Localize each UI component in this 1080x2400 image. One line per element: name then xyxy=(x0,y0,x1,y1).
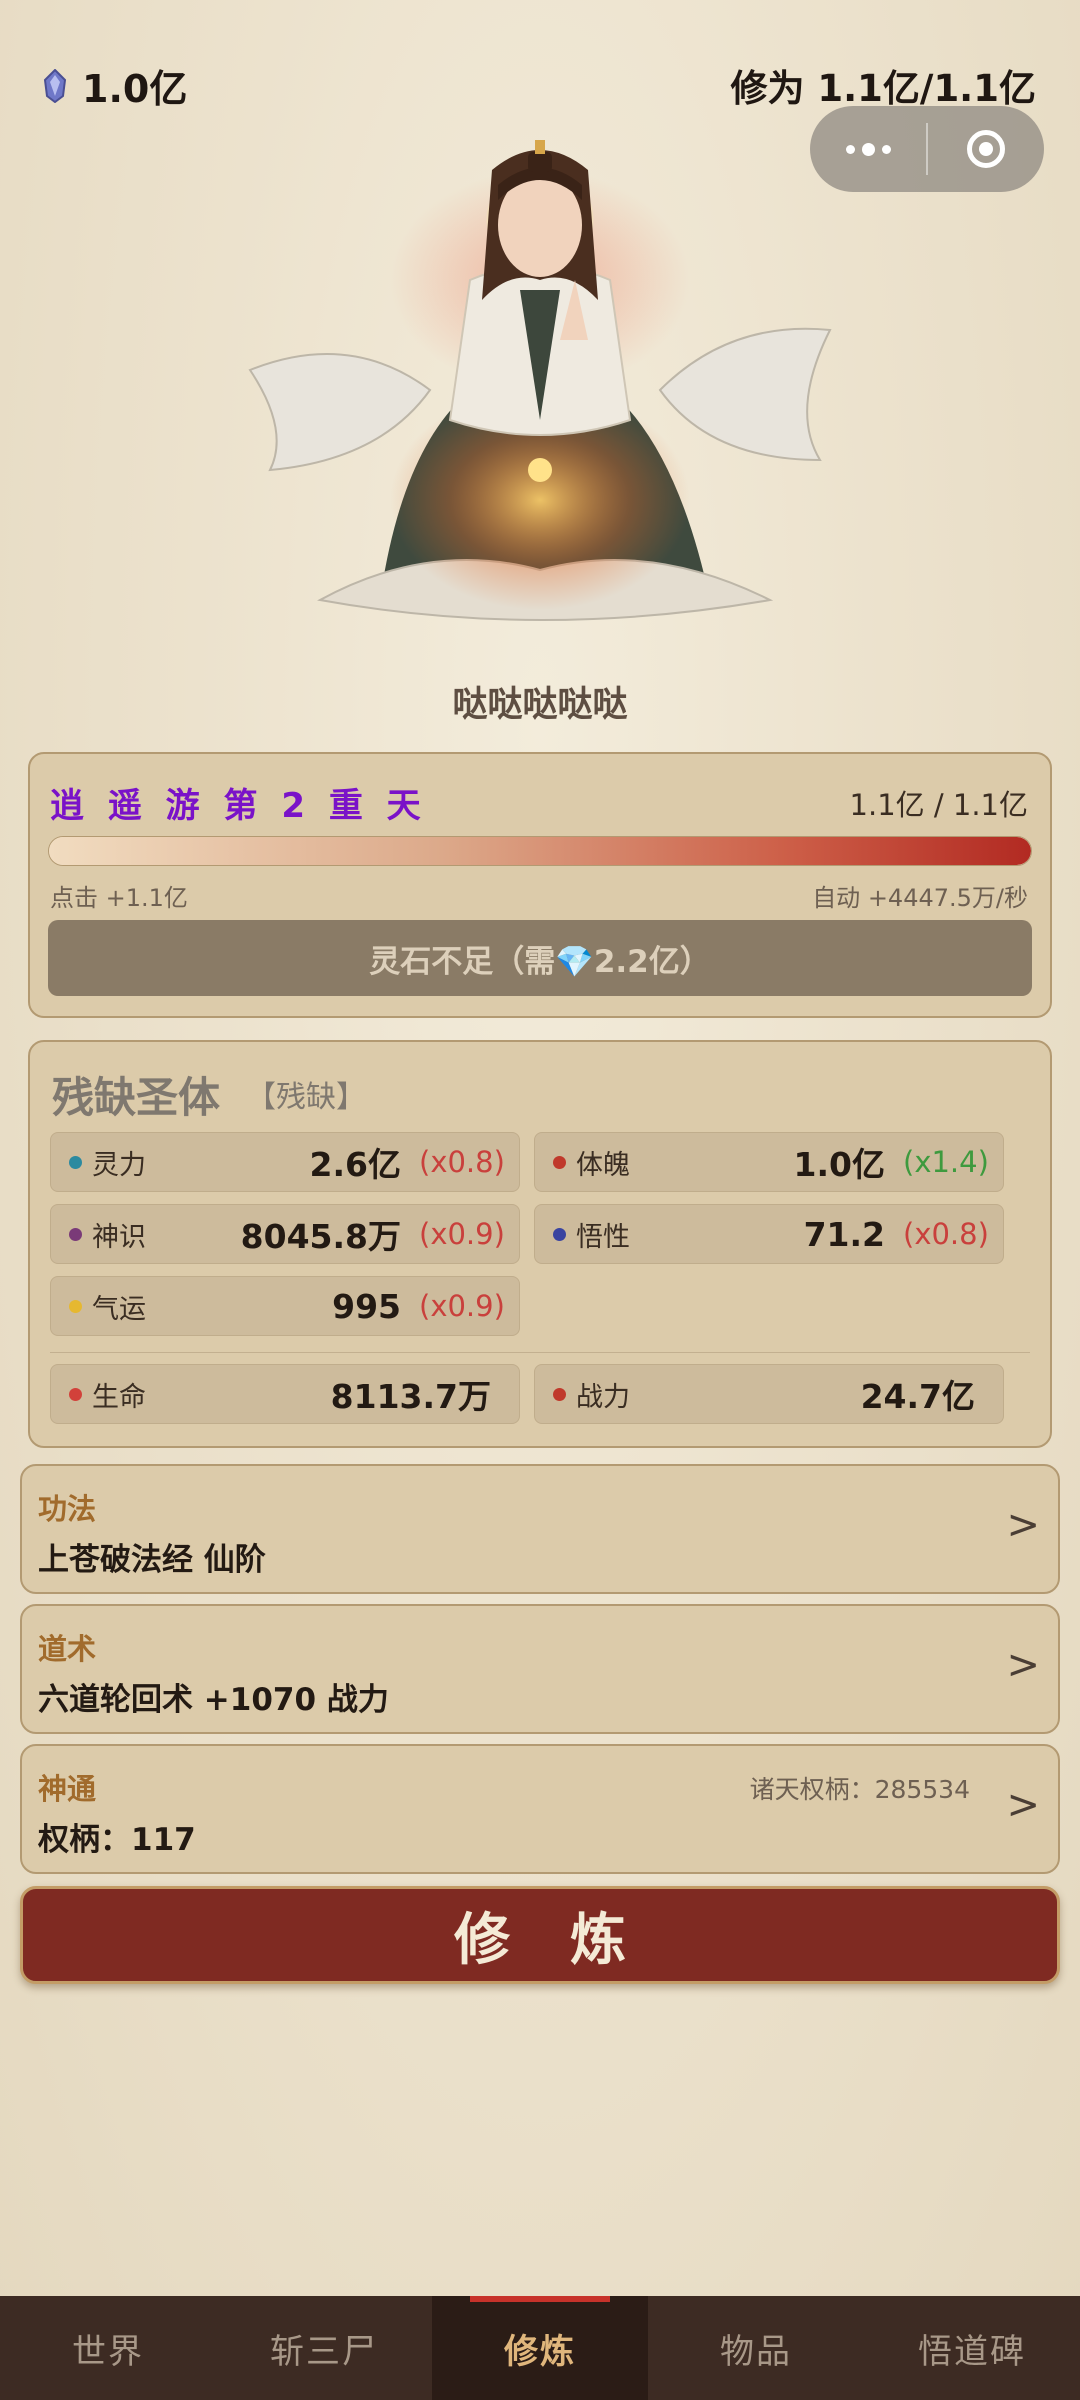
bottom-tab-bar: 世界 斩三尸 修炼 物品 悟道碑 xyxy=(0,2296,1080,2400)
realm-progress-text: 1.1亿 / 1.1亿 xyxy=(849,788,1028,822)
stat-combat-power: 战力 24.7亿 xyxy=(534,1364,1004,1424)
stat-value: 71.2 xyxy=(803,1214,885,1254)
stat-life: 生命 8113.7万 xyxy=(50,1364,520,1424)
stat-value: 24.7亿 xyxy=(860,1377,975,1416)
stat-multiplier: (x0.8) xyxy=(419,1145,505,1179)
dao-art-category: 道术 xyxy=(38,1632,97,1666)
tab-items[interactable]: 物品 xyxy=(648,2296,864,2400)
technique-category: 功法 xyxy=(38,1492,97,1526)
body-type-tag: 【残缺】 xyxy=(246,1080,366,1115)
chevron-right-icon[interactable]: > xyxy=(1006,1782,1040,1828)
stat-dot xyxy=(69,1155,82,1169)
stat-value: 2.6亿 xyxy=(309,1145,401,1184)
cultivation-progress-label: 修为 1.1亿/1.1亿 xyxy=(730,67,1037,110)
stat-dot xyxy=(553,1155,566,1169)
click-gain-text: 点击 +1.1亿 xyxy=(50,884,188,912)
heaven-authority-count: 诸天权柄：285534 xyxy=(749,1775,970,1804)
technique-name: 上苍破法经 仙阶 xyxy=(38,1542,266,1578)
authority-value: 权柄：117 xyxy=(38,1822,196,1858)
target-ring-icon[interactable] xyxy=(928,106,1044,192)
breakthrough-button[interactable]: 灵石不足（需💎2.2亿） xyxy=(48,920,1032,996)
player-name: 哒哒哒哒哒 xyxy=(452,685,628,725)
divine-ability-category: 神通 xyxy=(38,1772,97,1806)
spirit-stone-icon xyxy=(43,68,67,103)
stat-label: 灵力 xyxy=(92,1149,146,1181)
realm-title: 逍 遥 游 第 2 重 天 xyxy=(50,786,427,826)
stat-dot xyxy=(69,1227,82,1241)
cultivate-button[interactable]: 修炼 xyxy=(20,1886,1060,1984)
stat-physique: 体魄 1.0亿 (x1.4) xyxy=(534,1132,1004,1192)
stat-dot xyxy=(553,1227,566,1241)
auto-gain-text: 自动 +4447.5万/秒 xyxy=(812,884,1028,912)
body-type-title: 残缺圣体 xyxy=(52,1073,221,1122)
stat-label: 神识 xyxy=(92,1221,146,1253)
tab-cultivate[interactable]: 修炼 xyxy=(432,2296,648,2400)
tab-world[interactable]: 世界 xyxy=(0,2296,216,2400)
stat-divine-sense: 神识 8045.8万 (x0.9) xyxy=(50,1204,520,1264)
stat-comprehension: 悟性 71.2 (x0.8) xyxy=(534,1204,1004,1264)
stat-value: 1.0亿 xyxy=(793,1145,885,1184)
chevron-right-icon[interactable]: > xyxy=(1006,1642,1040,1688)
stat-multiplier: (x1.4) xyxy=(903,1145,989,1179)
cultivator-portrait xyxy=(248,140,832,621)
dao-art-name: 六道轮回术 +1070 战力 xyxy=(38,1682,389,1718)
stat-label: 战力 xyxy=(576,1381,630,1413)
stat-dot xyxy=(69,1387,82,1401)
stat-dot xyxy=(69,1299,82,1313)
stat-spirit-power: 灵力 2.6亿 (x0.8) xyxy=(50,1132,520,1192)
stat-label: 悟性 xyxy=(576,1221,630,1253)
stat-label: 体魄 xyxy=(576,1149,630,1181)
stats-divider xyxy=(50,1352,1030,1353)
chevron-right-icon[interactable]: > xyxy=(1006,1502,1040,1548)
stat-value: 8113.7万 xyxy=(330,1377,491,1416)
tab-enlightenment-stele[interactable]: 悟道碑 xyxy=(864,2296,1080,2400)
stat-dot xyxy=(553,1387,566,1401)
spirit-stone-counter: 1.0亿 xyxy=(42,58,187,113)
stat-label: 生命 xyxy=(92,1381,146,1413)
stat-value: 8045.8万 xyxy=(240,1217,401,1256)
spirit-stone-value: 1.0亿 xyxy=(82,67,188,111)
stat-multiplier: (x0.9) xyxy=(419,1217,505,1251)
realm-progress-fill xyxy=(49,837,1031,865)
stat-multiplier: (x0.8) xyxy=(903,1217,989,1251)
tab-slay-three-corpses[interactable]: 斩三尸 xyxy=(216,2296,432,2400)
stat-label: 气运 xyxy=(92,1293,146,1325)
stat-value: 995 xyxy=(332,1286,401,1326)
stat-multiplier: (x0.9) xyxy=(419,1289,505,1323)
stat-fortune: 气运 995 (x0.9) xyxy=(50,1276,520,1336)
realm-progress-bar xyxy=(48,836,1032,866)
